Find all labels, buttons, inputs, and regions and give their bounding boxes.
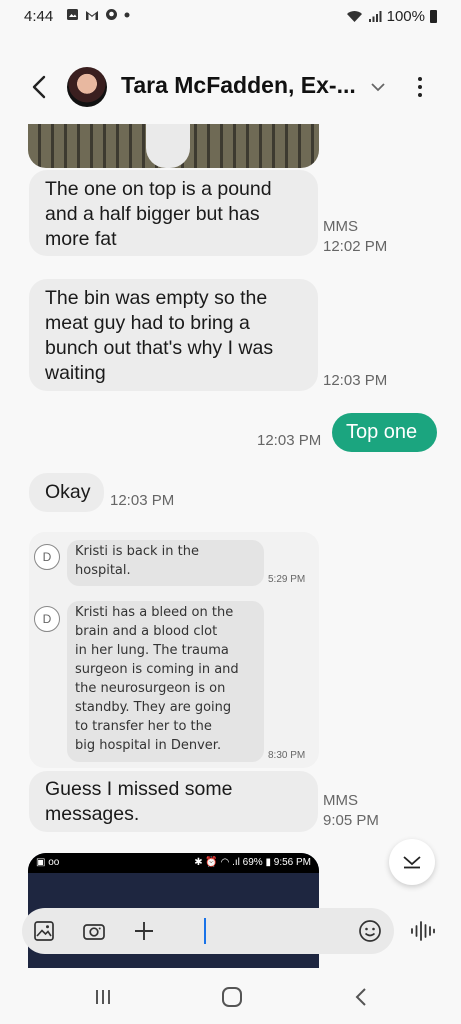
battery-percent: 100% [386,8,425,25]
message-bubble[interactable]: The bin was empty so the meat guy had to… [29,279,318,391]
contact-dropdown-button[interactable] [366,76,390,98]
message-meta: MMS 12:02 PM [323,218,388,255]
chevron-left-icon [32,75,46,99]
plus-icon [135,922,153,940]
conversation-header: Tara McFadden, Ex-... [0,62,461,112]
screenshot-message-bubble: Kristi is back in the hospital. [67,540,264,586]
contact-avatar[interactable] [67,67,107,107]
signal-icon [368,11,382,22]
message-composer [22,908,394,954]
text-cursor [204,918,206,944]
add-attachment-button[interactable] [130,917,158,945]
chevron-down-icon [403,856,421,869]
back-button[interactable] [24,72,54,102]
camera-button[interactable] [80,917,108,945]
chevron-left-icon [355,988,366,1006]
attached-screenshot[interactable]: D Kristi is back in the hospital. 5:29 P… [29,532,319,768]
status-time: 4:44 [24,8,54,25]
waveform-icon [411,921,435,941]
home-button[interactable] [217,985,247,1009]
emoji-button[interactable] [356,917,384,945]
emoji-icon [359,920,381,942]
message-bubble[interactable]: The one on top is a pound and a half big… [29,170,318,256]
image-icon [34,921,54,941]
message-bubble[interactable]: Guess I missed some messages. [29,771,318,832]
system-navigation-bar [0,970,461,1024]
message-time: 12:03 PM [110,492,175,509]
screenshot-message-time: 5:29 PM [268,574,306,585]
screenshot-message-bubble: Kristi has a bleed on the brain and a bl… [67,601,264,762]
gmail-icon [86,10,98,20]
status-bar: 4:44 100% [0,0,461,34]
status-right: 100% [346,8,437,25]
attached-image[interactable] [28,124,319,168]
sender-avatar: D [34,544,60,570]
back-nav-button[interactable] [346,985,376,1009]
sender-avatar: D [34,606,60,632]
gallery-button[interactable] [30,917,58,945]
recent-apps-button[interactable] [88,985,118,1009]
battery-icon [430,10,437,23]
outgoing-message-bubble[interactable]: Top one [332,413,437,452]
notification-icons [66,8,130,21]
voice-input-button[interactable] [408,917,438,945]
chevron-down-icon [371,82,385,91]
message-time: 12:03 PM [257,432,322,449]
image-status-bar: ▣ oo ✱ ⏰ ◠ .ıl 69% ▮ 9:56 PM [28,853,319,873]
message-input[interactable] [192,908,352,954]
dot-icon [124,12,130,17]
home-icon [222,987,242,1007]
message-time: 12:03 PM [323,372,388,389]
more-options-button[interactable] [408,72,432,102]
screenshot-message-time: 8:30 PM [268,750,306,761]
app-icon [106,9,117,20]
scroll-to-bottom-button[interactable] [389,839,435,885]
message-meta: MMS 9:05 PM [323,792,379,829]
recent-apps-icon [96,990,110,1004]
message-bubble[interactable]: Okay [29,473,104,512]
contact-name[interactable]: Tara McFadden, Ex-... [121,72,356,99]
camera-icon [83,924,105,940]
image-icon [67,9,78,20]
wifi-icon [346,11,362,22]
